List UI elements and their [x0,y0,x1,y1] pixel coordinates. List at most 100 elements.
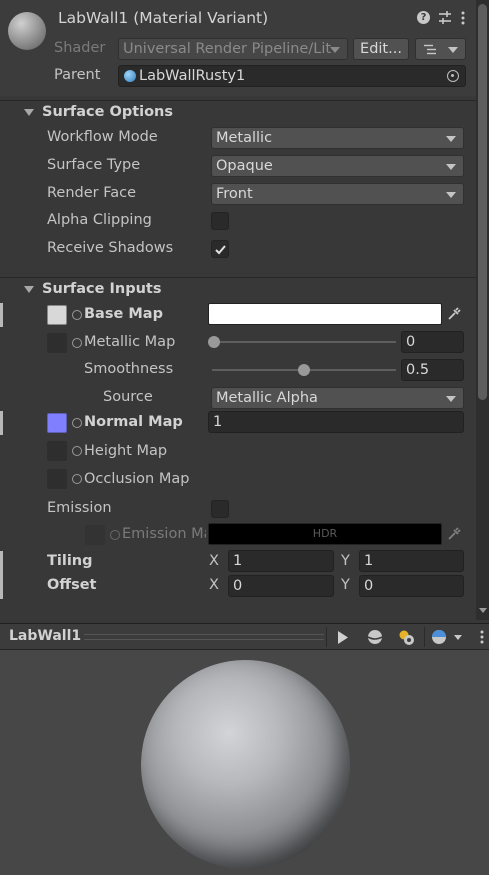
object-picker-icon[interactable] [72,418,82,428]
override-marker [0,411,3,435]
workflow-mode-dropdown[interactable]: Metallic [211,127,464,149]
object-picker-icon[interactable] [447,70,459,82]
emission-color-field: HDR [208,523,442,545]
tiling-x-value: 1 [233,553,243,569]
object-picker-icon[interactable] [72,446,82,456]
offset-y-field[interactable]: 0 [359,575,464,597]
material-thumbnail [8,12,46,50]
occlusion-map-label: Occlusion Map [84,471,190,487]
offset-y-label: Y [341,577,350,593]
material-icon [124,70,136,82]
list-icon [424,44,436,55]
occlusion-map-texture-slot[interactable] [47,469,67,489]
offset-x-label: X [209,577,219,593]
tiling-y-label: Y [341,553,350,569]
parent-field[interactable]: LabWallRusty1 [118,65,466,87]
workflow-mode-label: Workflow Mode [47,129,158,145]
chevron-down-icon [446,136,456,142]
emission-map-label: Emission Map [122,526,206,542]
height-map-label: Height Map [84,443,168,459]
chevron-down-icon [448,47,458,53]
render-face-dropdown[interactable]: Front [211,183,464,205]
emission-checkbox[interactable] [211,500,229,518]
metallic-map-texture-slot[interactable] [47,333,67,353]
receive-shadows-checkbox[interactable] [211,240,229,258]
emission-label: Emission [47,500,112,516]
eyedropper-icon [448,527,461,540]
normal-scale-value: 1 [213,414,223,430]
object-picker-icon[interactable] [72,310,82,320]
alpha-clipping-checkbox[interactable] [211,212,229,230]
preset-icon[interactable] [437,10,453,26]
render-face-label: Render Face [47,185,137,201]
chevron-down-icon[interactable] [454,635,462,640]
preview-title: LabWall1 [9,628,82,644]
eyedropper-icon[interactable] [447,307,461,321]
parent-value: LabWallRusty1 [139,68,246,84]
hdr-label: HDR [312,527,338,540]
surface-options-header[interactable]: Surface Options [0,100,476,124]
base-map-color-field[interactable] [208,303,442,325]
surface-type-value: Opaque [216,158,273,174]
chevron-down-icon [330,47,340,53]
inspector-scrollbar[interactable] [476,0,489,620]
source-label: Source [103,389,153,405]
metallic-value: 0 [406,334,416,350]
preview-sphere [141,660,350,869]
more-options-icon[interactable] [480,629,484,645]
object-picker-icon[interactable] [72,474,82,484]
metallic-slider-track[interactable] [212,341,396,343]
source-value: Metallic Alpha [216,390,318,406]
object-picker-icon[interactable] [72,338,82,348]
material-title: LabWall1 (Material Variant) [58,9,269,27]
shader-menu-button[interactable] [415,38,466,60]
smoothness-value: 0.5 [406,362,430,378]
shader-dropdown[interactable]: Universal Render Pipeline/Lit [118,38,348,60]
height-map-texture-slot[interactable] [47,441,67,461]
sphere-mesh-icon[interactable] [367,629,383,645]
scroll-down-arrow-icon[interactable] [479,608,487,613]
normal-map-texture-slot[interactable] [47,413,67,433]
metallic-value-field[interactable]: 0 [401,331,464,353]
base-map-label: Base Map [84,306,163,322]
skybox-icon[interactable] [431,629,447,645]
preview-drag-handle[interactable] [84,634,324,640]
surface-type-dropdown[interactable]: Opaque [211,155,464,177]
tiling-y-value: 1 [364,553,374,569]
edit-button-label: Edit... [360,41,402,57]
alpha-clipping-label: Alpha Clipping [47,212,152,228]
lighting-icon[interactable] [398,629,416,646]
smoothness-value-field[interactable]: 0.5 [401,359,464,381]
tiling-y-field[interactable]: 1 [359,550,464,572]
receive-shadows-label: Receive Shadows [47,240,174,256]
tiling-x-field[interactable]: 1 [228,550,334,572]
base-map-texture-slot[interactable] [47,305,67,325]
source-dropdown[interactable]: Metallic Alpha [211,387,464,409]
normal-map-label: Normal Map [84,414,183,430]
foldout-arrow-icon [24,109,34,116]
smoothness-label: Smoothness [84,361,174,377]
edit-shader-button[interactable]: Edit... [353,38,409,60]
offset-x-field[interactable]: 0 [228,575,334,597]
material-preview-area[interactable] [0,650,489,875]
play-icon[interactable] [337,631,349,644]
smoothness-slider-handle[interactable] [298,364,310,376]
chevron-down-icon [446,164,456,170]
override-marker [0,575,3,599]
workflow-mode-value: Metallic [216,130,273,146]
override-marker [0,551,3,575]
more-options-icon[interactable] [460,10,466,26]
metallic-map-label: Metallic Map [84,334,176,350]
surface-options-title: Surface Options [42,104,174,120]
surface-inputs-header[interactable]: Surface Inputs [0,277,476,301]
emission-map-label-clip: Emission Map [122,526,206,542]
foldout-arrow-icon [24,286,34,293]
chevron-down-icon [446,192,456,198]
checkmark-icon [215,245,226,255]
metallic-slider-handle[interactable] [208,336,220,348]
scrollbar-thumb[interactable] [478,4,487,400]
help-icon[interactable]: ? [417,11,430,24]
normal-scale-field[interactable]: 1 [208,411,464,433]
tiling-x-label: X [209,553,219,569]
override-marker [0,303,3,327]
